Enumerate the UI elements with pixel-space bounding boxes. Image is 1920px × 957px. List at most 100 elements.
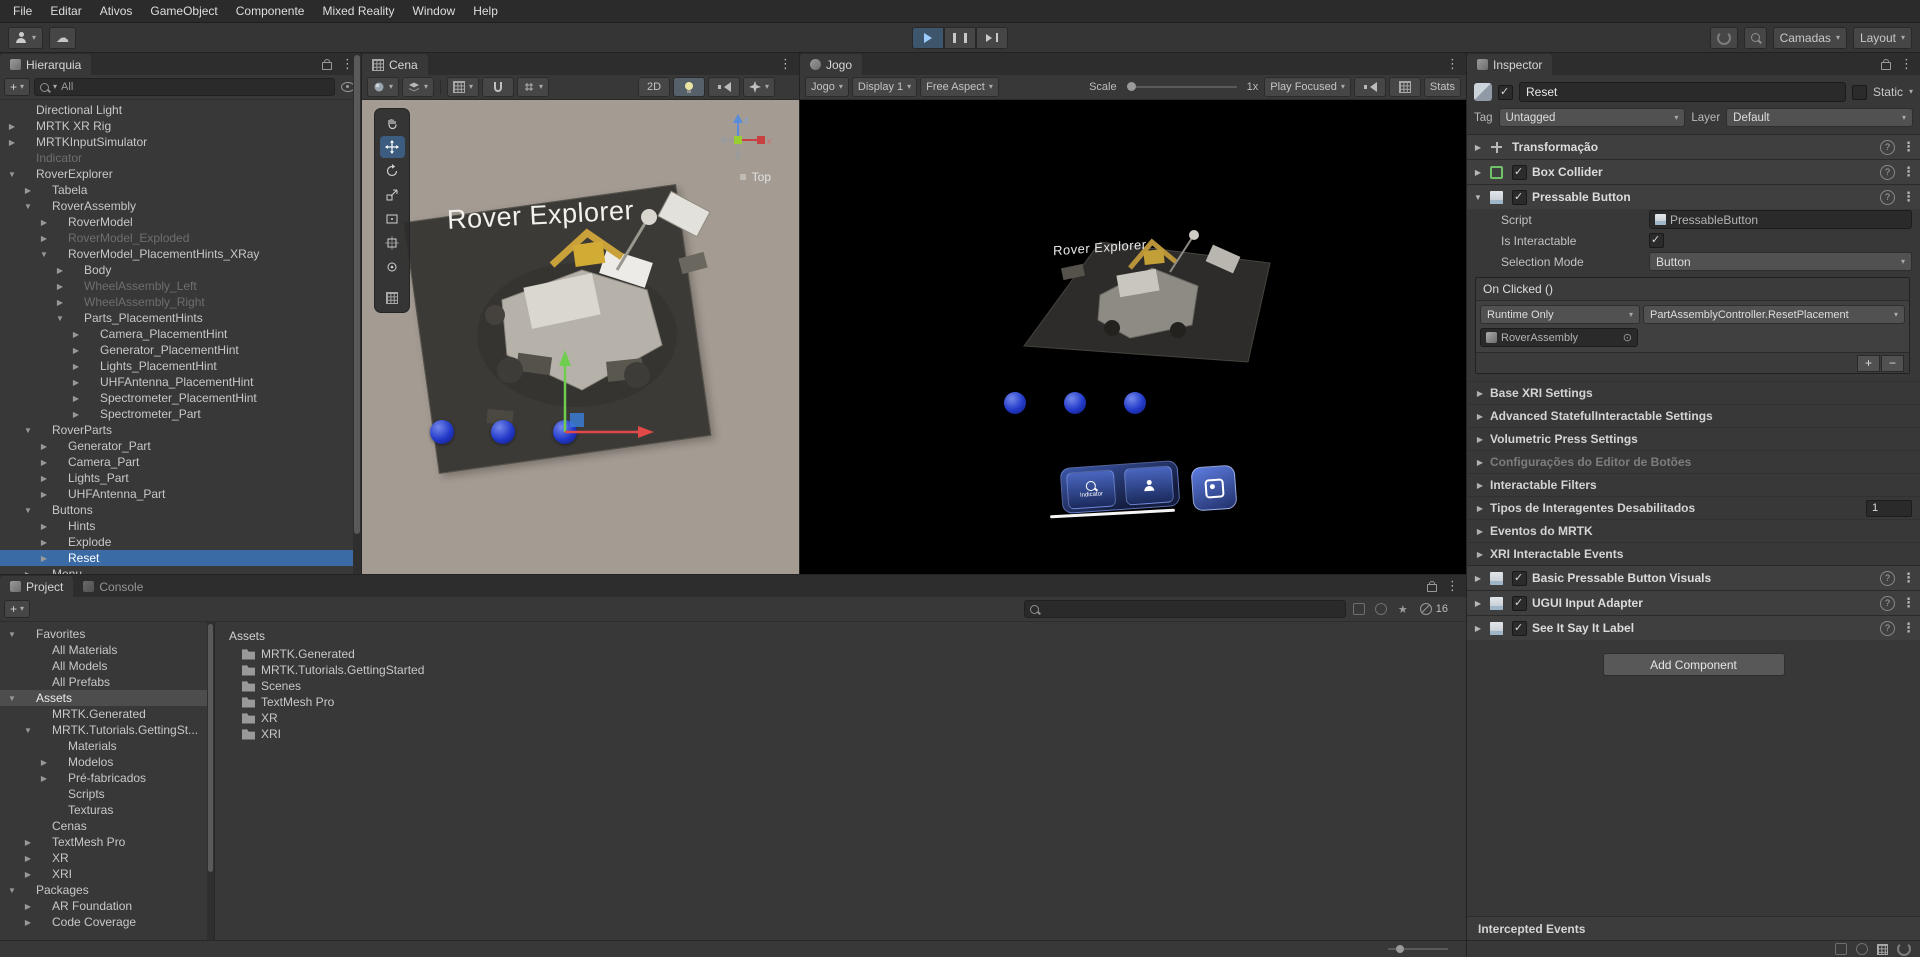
menu-item[interactable]: Editar: [41, 0, 90, 22]
expand-arrow-icon[interactable]: [70, 410, 82, 419]
kebab-menu-icon[interactable]: ⋮: [1902, 570, 1915, 586]
expand-arrow-icon[interactable]: [22, 854, 34, 863]
selection-mode-dropdown[interactable]: Button▾: [1649, 252, 1912, 271]
hierarchy-item[interactable]: Lights_Part: [0, 470, 361, 486]
expand-arrow-icon[interactable]: [1472, 193, 1484, 202]
scene-viewport[interactable]: Rover Explorer: [362, 100, 799, 574]
lock-icon[interactable]: [1881, 62, 1891, 70]
project-tree-scrollbar[interactable]: [207, 622, 214, 940]
rover-model[interactable]: [362, 100, 799, 574]
expand-arrow-icon[interactable]: [70, 378, 82, 387]
expand-arrow-icon[interactable]: [38, 234, 50, 243]
hierarchy-item[interactable]: UHFAntenna_PlacementHint: [0, 374, 361, 390]
hierarchy-item[interactable]: Hints: [0, 518, 361, 534]
expand-arrow-icon[interactable]: [22, 870, 34, 879]
project-tree-item[interactable]: Pré-fabricados: [0, 770, 214, 786]
foldout-value-field[interactable]: 1: [1866, 500, 1912, 517]
project-tree-item[interactable]: Assets: [0, 690, 214, 706]
expand-arrow-icon[interactable]: [54, 282, 66, 291]
project-tree-item[interactable]: MRTK.Tutorials.GettingSt...: [0, 722, 214, 738]
inspector-foldout[interactable]: Volumetric Press Settings: [1467, 427, 1920, 450]
object-picker-icon[interactable]: ⊙: [1623, 331, 1632, 344]
kebab-menu-icon[interactable]: ⋮: [1446, 56, 1459, 72]
saved-search-icon[interactable]: ★: [1394, 601, 1412, 617]
hierarchy-item[interactable]: Explode: [0, 534, 361, 550]
help-icon[interactable]: ?: [1880, 140, 1895, 155]
component-header[interactable]: See It Say It Label ?⋮: [1467, 615, 1920, 640]
help-icon[interactable]: ?: [1880, 571, 1895, 586]
hierarchy-item[interactable]: MRTK XR Rig: [0, 118, 361, 134]
hierarchy-item[interactable]: RoverModel: [0, 214, 361, 230]
expand-arrow-icon[interactable]: [6, 694, 18, 703]
scale-slider[interactable]: [1127, 86, 1237, 88]
button-sphere-explode[interactable]: [1064, 392, 1086, 414]
menu-item[interactable]: Help: [464, 0, 507, 22]
event-mode-dropdown[interactable]: Runtime Only▾: [1480, 305, 1640, 324]
project-tree-item[interactable]: Texturas: [0, 802, 214, 818]
inspector-foldout[interactable]: Base XRI Settings: [1467, 381, 1920, 404]
active-checkbox[interactable]: [1498, 85, 1513, 100]
expand-arrow-icon[interactable]: [1472, 143, 1484, 152]
lock-icon[interactable]: [322, 62, 332, 70]
hierarchy-item[interactable]: RoverModel_Exploded: [0, 230, 361, 246]
effects-dropdown[interactable]: ▾: [743, 77, 775, 97]
expand-arrow-icon[interactable]: [38, 458, 50, 467]
component-header-transform[interactable]: Transformação ?⋮: [1467, 134, 1920, 159]
create-asset-button[interactable]: +▾: [4, 600, 30, 618]
expand-arrow-icon[interactable]: [1472, 574, 1484, 583]
script-object-field[interactable]: PressableButton: [1649, 210, 1912, 229]
static-dropdown-caret[interactable]: ▾: [1909, 88, 1913, 96]
hierarchy-scrollbar[interactable]: [353, 53, 361, 574]
aspect-ratio-dropdown[interactable]: Free Aspect▾: [920, 77, 999, 97]
button-sphere-reset-selected[interactable]: [553, 420, 577, 444]
undo-history-button[interactable]: [1710, 27, 1738, 49]
hierarchy-item[interactable]: WheelAssembly_Left: [0, 278, 361, 294]
button-sphere-explode[interactable]: [491, 420, 515, 444]
custom-tool-button[interactable]: [380, 256, 405, 278]
tab-hierarchy[interactable]: Hierarquia: [0, 54, 91, 75]
tab-console[interactable]: Console: [73, 576, 153, 597]
inspector-foldout[interactable]: Interactable Filters: [1467, 473, 1920, 496]
inspector-foldout[interactable]: Eventos do MRTK: [1467, 519, 1920, 542]
expand-arrow-icon[interactable]: [1472, 624, 1484, 633]
name-input[interactable]: [1519, 82, 1846, 102]
component-header[interactable]: Basic Pressable Button Visuals ?⋮: [1467, 565, 1920, 590]
event-remove-button[interactable]: −: [1881, 355, 1904, 372]
move-tool-button[interactable]: [380, 136, 405, 158]
expand-arrow-icon[interactable]: [22, 202, 34, 211]
project-tree-item[interactable]: XR: [0, 850, 214, 866]
hierarchy-item[interactable]: UHFAntenna_Part: [0, 486, 361, 502]
asset-folder[interactable]: MRTK.Generated: [215, 646, 1466, 662]
vsync-toggle[interactable]: [1389, 77, 1421, 97]
expand-arrow-icon[interactable]: [1472, 599, 1484, 608]
expand-arrow-icon[interactable]: [6, 170, 18, 179]
kebab-menu-icon[interactable]: ⋮: [1902, 595, 1915, 611]
expand-arrow-icon[interactable]: [1474, 458, 1486, 467]
expand-arrow-icon[interactable]: [38, 250, 50, 259]
mute-audio-toggle[interactable]: [1354, 77, 1386, 97]
search-by-type-icon[interactable]: [1350, 601, 1368, 617]
project-tree-item[interactable]: TextMesh Pro: [0, 834, 214, 850]
project-search-input[interactable]: [1043, 602, 1340, 616]
transform-tool-button[interactable]: [380, 232, 405, 254]
component-enabled-checkbox[interactable]: [1512, 165, 1527, 180]
status-cache-icon[interactable]: [1877, 944, 1888, 955]
hierarchy-item[interactable]: Buttons: [0, 502, 361, 518]
snap-settings-button[interactable]: [482, 77, 514, 97]
scene-lighting-toggle[interactable]: [673, 77, 705, 97]
grid-overlay-button[interactable]: [380, 287, 405, 309]
component-enabled-checkbox[interactable]: [1512, 190, 1527, 205]
help-icon[interactable]: ?: [1880, 621, 1895, 636]
rect-tool-button[interactable]: [380, 208, 405, 230]
scene-camera-dropdown[interactable]: ▾: [402, 77, 434, 97]
scene-audio-toggle[interactable]: [708, 77, 740, 97]
expand-arrow-icon[interactable]: [22, 186, 34, 195]
hierarchy-item[interactable]: MRTKInputSimulator: [0, 134, 361, 150]
view-orientation-label[interactable]: ≡Top: [740, 170, 771, 184]
kebab-menu-icon[interactable]: ⋮: [1902, 139, 1915, 155]
project-tree-item[interactable]: XRI: [0, 866, 214, 882]
grid-visibility-dropdown[interactable]: ▾: [447, 77, 479, 97]
menu-button-2[interactable]: [1124, 465, 1174, 505]
button-sphere-reset[interactable]: [1124, 392, 1146, 414]
expand-arrow-icon[interactable]: [38, 522, 50, 531]
